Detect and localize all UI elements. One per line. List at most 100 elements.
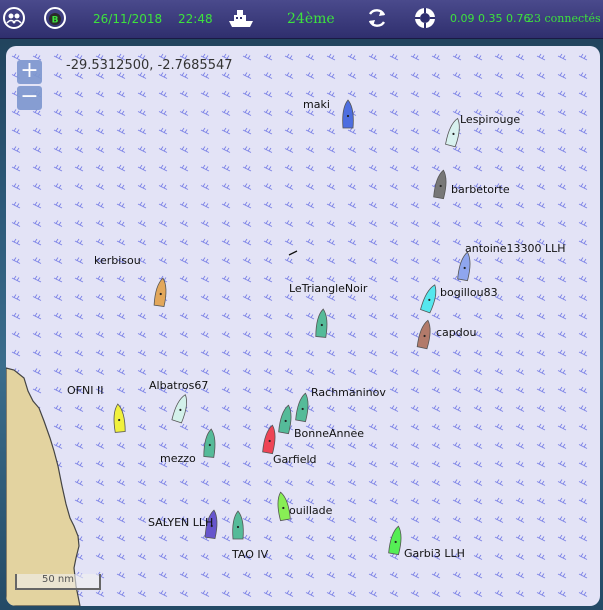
map-panel[interactable]: -29.5312500, -2.7685547 + − maki Lespiro… (6, 46, 600, 606)
wind-arrow (137, 571, 147, 579)
boat-marker[interactable] (171, 393, 191, 424)
lifebuoy-icon[interactable] (413, 6, 437, 30)
boat-marker[interactable] (342, 99, 354, 129)
boat-marker[interactable] (433, 169, 448, 200)
boat-hull[interactable] (203, 428, 216, 458)
boat-hull[interactable] (295, 392, 310, 423)
wind-arrow (536, 497, 546, 505)
wind-arrow (326, 479, 336, 486)
wind-arrow (200, 368, 210, 375)
wind-arrow (536, 146, 546, 153)
boat-marker[interactable] (262, 424, 277, 455)
wind-arrow (368, 331, 378, 338)
boat-marker[interactable] (420, 283, 440, 314)
wind-arrow (515, 294, 525, 301)
wind-arrow (305, 349, 315, 357)
wind-arrow (95, 109, 105, 116)
wind-arrow (242, 109, 252, 116)
boat-hull[interactable] (315, 308, 328, 338)
wind-arrow (578, 72, 588, 79)
wind-arrow (431, 109, 441, 116)
boat-label-garfield: Garfield (273, 453, 317, 466)
wind-arrow (11, 146, 21, 153)
wind-arrow (536, 516, 546, 523)
boat-marker[interactable] (295, 392, 310, 423)
wind-arrow (578, 423, 588, 431)
wind-arrow (410, 53, 420, 61)
badge-b-icon[interactable]: B (43, 6, 67, 30)
wind-arrow (326, 516, 336, 523)
wind-arrow (368, 368, 378, 375)
wind-arrow (326, 90, 336, 98)
boat-hull[interactable] (388, 525, 403, 556)
boat-marker[interactable] (388, 525, 403, 556)
zoom-in-button[interactable]: + (17, 60, 42, 84)
wind-arrow (263, 497, 273, 505)
wind-arrow (494, 53, 504, 61)
wind-arrow (263, 312, 273, 320)
wind-arrow (158, 479, 168, 486)
wind-arrow (221, 312, 231, 320)
wind-arrow (137, 442, 147, 449)
users-icon[interactable] (2, 6, 26, 30)
wind-arrow (452, 257, 462, 264)
wind-arrow (536, 109, 546, 116)
wind-arrow (74, 238, 84, 246)
wind-arrow (326, 127, 336, 135)
refresh-icon[interactable] (365, 6, 389, 30)
wind-arrow (431, 479, 441, 486)
boat-hull[interactable] (342, 99, 354, 129)
wind-arrow (74, 183, 84, 190)
wind-arrow (557, 90, 567, 98)
wind-arrow (116, 497, 126, 505)
boat-hull[interactable] (232, 510, 244, 540)
boat-marker[interactable] (203, 428, 216, 458)
wind-arrow (578, 53, 588, 61)
wind-arrow (494, 386, 504, 394)
wind-arrow (284, 164, 294, 172)
zoom-out-button[interactable]: − (17, 86, 42, 110)
wind-arrow (389, 386, 399, 394)
wind-arrow (137, 460, 147, 468)
wind-arrow (137, 405, 147, 412)
boat-icon[interactable] (226, 6, 256, 30)
boat-marker[interactable] (416, 319, 433, 350)
boat-hull[interactable] (416, 319, 433, 350)
wind-arrow (431, 257, 441, 264)
wind-arrow (200, 164, 210, 172)
boat-hull[interactable] (262, 424, 277, 455)
wind-arrow (284, 257, 294, 264)
wind-arrow (578, 294, 588, 301)
wind-arrow (368, 146, 378, 153)
boat-hull[interactable] (457, 251, 472, 282)
wind-arrow (158, 571, 168, 579)
boat-marker[interactable] (457, 251, 472, 282)
wind-arrow (515, 553, 525, 560)
wind-arrow (158, 90, 168, 98)
wind-arrow (305, 201, 315, 209)
wind-arrow (242, 146, 252, 153)
wind-arrow (410, 183, 420, 190)
wind-arrow (515, 53, 525, 61)
boat-marker[interactable] (315, 308, 328, 338)
boat-hull[interactable] (420, 283, 440, 314)
wind-arrow (284, 386, 294, 394)
wind-arrow (137, 127, 147, 135)
wind-arrow (284, 590, 294, 597)
wind-arrow (95, 275, 105, 283)
wind-arrow (326, 349, 336, 357)
wind-arrow (284, 553, 294, 560)
wind-arrow (515, 460, 525, 468)
boat-hull[interactable] (171, 393, 191, 424)
wind-arrow (116, 460, 126, 468)
map-canvas[interactable] (6, 46, 600, 606)
wind-arrow (179, 201, 189, 209)
boat-hull[interactable] (433, 169, 448, 200)
boat-marker[interactable] (232, 510, 244, 540)
wind-arrow (452, 479, 462, 486)
wind-arrow (200, 72, 210, 79)
wind-arrow (158, 220, 168, 227)
wind-arrow (242, 534, 252, 542)
wind-arrow (74, 257, 84, 264)
wind-arrow (74, 497, 84, 505)
